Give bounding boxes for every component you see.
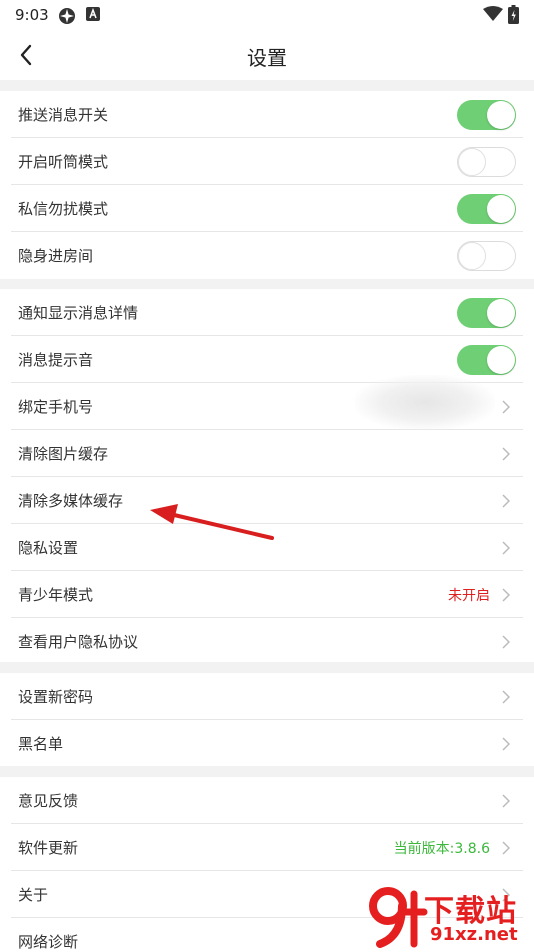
a-badge-icon — [86, 7, 100, 21]
chevron-right-icon — [502, 690, 510, 704]
chevron-right-icon — [502, 794, 510, 808]
current-version: 当前版本:3.8.6 — [393, 841, 490, 857]
chevron-right-icon — [502, 588, 510, 602]
section-gap — [0, 278, 534, 289]
row-label: 设置新密码 — [18, 688, 94, 706]
row-label: 意见反馈 — [18, 792, 79, 810]
row-teen-mode[interactable]: 青少年模式 未开启 — [0, 571, 534, 618]
chevron-right-icon — [502, 841, 510, 855]
row-label: 软件更新 — [18, 839, 79, 857]
toggle-knob — [458, 148, 486, 176]
row-label: 消息提示音 — [18, 351, 94, 369]
blurred-region — [355, 375, 495, 430]
page-title: 设置 — [247, 46, 287, 70]
invisible-enter-room-toggle[interactable] — [457, 241, 516, 271]
chevron-right-icon — [502, 737, 510, 751]
toggle-knob — [487, 101, 515, 129]
row-notification-details[interactable]: 通知显示消息详情 — [0, 289, 534, 336]
row-label: 通知显示消息详情 — [18, 304, 139, 322]
row-feedback[interactable]: 意见反馈 — [0, 777, 534, 824]
teen-mode-status: 未开启 — [448, 588, 490, 604]
row-label: 推送消息开关 — [18, 106, 109, 124]
row-software-update[interactable]: 软件更新 当前版本:3.8.6 — [0, 824, 534, 871]
toggle-knob — [458, 242, 486, 270]
row-invisible-enter-room[interactable]: 隐身进房间 — [0, 232, 534, 279]
push-notifications-toggle[interactable] — [457, 100, 516, 130]
row-label: 私信勿扰模式 — [18, 200, 109, 218]
toggle-knob — [487, 346, 515, 374]
status-time: 9:03 — [15, 6, 49, 24]
nav-bar: 设置 — [0, 30, 534, 80]
row-label: 黑名单 — [18, 735, 64, 753]
row-label: 清除图片缓存 — [18, 445, 109, 463]
app-icon — [59, 8, 75, 24]
status-bar: 9:03 — [0, 0, 534, 30]
section-gap — [0, 80, 534, 91]
chevron-right-icon — [502, 447, 510, 461]
row-label: 绑定手机号 — [18, 398, 94, 416]
row-label: 关于 — [18, 886, 49, 904]
row-label: 网络诊断 — [18, 933, 79, 951]
row-label: 查看用户隐私协议 — [18, 633, 139, 651]
watermark: 下载站 91xz.net — [366, 884, 534, 950]
chevron-right-icon — [502, 635, 510, 649]
row-label: 清除多媒体缓存 — [18, 492, 124, 510]
watermark-logo — [369, 887, 428, 948]
message-sound-toggle[interactable] — [457, 345, 516, 375]
row-label: 开启听筒模式 — [18, 153, 109, 171]
section-gap — [0, 766, 534, 777]
row-privacy-agreement[interactable]: 查看用户隐私协议 — [0, 618, 534, 662]
toggle-knob — [487, 195, 515, 223]
annotation-arrow — [150, 504, 274, 540]
wifi-icon — [483, 6, 503, 21]
section-gap — [0, 662, 534, 673]
row-blacklist[interactable]: 黑名单 — [0, 720, 534, 766]
row-set-new-password[interactable]: 设置新密码 — [0, 673, 534, 720]
row-label: 隐身进房间 — [18, 247, 94, 265]
row-clear-image-cache[interactable]: 清除图片缓存 — [0, 430, 534, 477]
toggle-knob — [487, 299, 515, 327]
chevron-right-icon — [502, 494, 510, 508]
earpiece-mode-toggle[interactable] — [457, 147, 516, 177]
row-label: 青少年模式 — [18, 586, 94, 604]
battery-icon — [508, 5, 519, 24]
watermark-domain: 91xz.net — [428, 924, 520, 945]
row-label: 隐私设置 — [18, 539, 79, 557]
row-push-notifications[interactable]: 推送消息开关 — [0, 91, 534, 138]
row-earpiece-mode[interactable]: 开启听筒模式 — [0, 138, 534, 185]
notification-details-toggle[interactable] — [457, 298, 516, 328]
chevron-right-icon — [502, 400, 510, 414]
row-dm-do-not-disturb[interactable]: 私信勿扰模式 — [0, 185, 534, 232]
dm-do-not-disturb-toggle[interactable] — [457, 194, 516, 224]
chevron-right-icon — [502, 541, 510, 555]
